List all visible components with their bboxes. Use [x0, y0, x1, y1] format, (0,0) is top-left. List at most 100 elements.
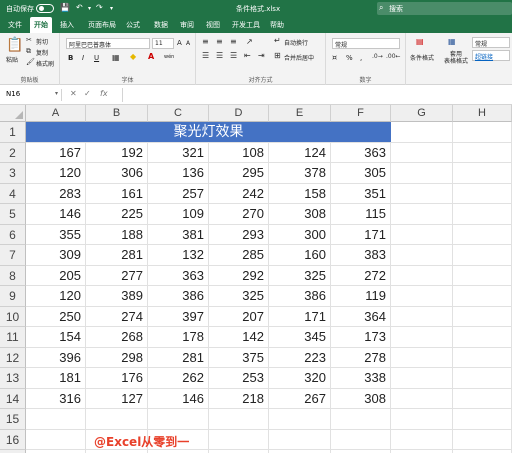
- save-icon[interactable]: 💾: [60, 3, 70, 12]
- tab-view[interactable]: 视图: [206, 20, 220, 30]
- cell[interactable]: 345: [269, 327, 331, 348]
- formula-input[interactable]: [122, 88, 510, 102]
- italic-button[interactable]: I: [82, 54, 84, 62]
- cell[interactable]: 154: [26, 327, 86, 348]
- row-header[interactable]: 14: [0, 388, 26, 409]
- tab-home[interactable]: 开始: [30, 17, 52, 33]
- cell[interactable]: 364: [331, 306, 391, 327]
- column-header[interactable]: A: [26, 105, 86, 122]
- currency-icon[interactable]: ¤: [332, 53, 337, 62]
- cell[interactable]: [391, 204, 453, 225]
- cell[interactable]: 272: [331, 265, 391, 286]
- cell[interactable]: 120: [26, 286, 86, 307]
- cell[interactable]: 132: [148, 245, 209, 266]
- column-header[interactable]: H: [453, 105, 512, 122]
- paste-button[interactable]: 粘贴: [6, 55, 18, 64]
- copy-button[interactable]: 复制: [36, 48, 48, 57]
- cell[interactable]: 205: [26, 265, 86, 286]
- row-header[interactable]: 15: [0, 409, 26, 430]
- comma-button[interactable]: ,: [360, 54, 362, 62]
- cell[interactable]: [391, 429, 453, 450]
- cell[interactable]: 278: [331, 347, 391, 368]
- cell[interactable]: 386: [269, 286, 331, 307]
- cell[interactable]: [209, 429, 269, 450]
- cell[interactable]: 176: [86, 368, 148, 389]
- cell[interactable]: [453, 306, 512, 327]
- cell[interactable]: 119: [331, 286, 391, 307]
- decrease-indent-icon[interactable]: ⇤: [244, 51, 251, 60]
- increase-indent-icon[interactable]: ⇥: [258, 51, 265, 60]
- cell[interactable]: 305: [331, 163, 391, 184]
- tab-file[interactable]: 文件: [8, 20, 22, 30]
- align-middle-icon[interactable]: ≡: [216, 37, 223, 46]
- cell[interactable]: 381: [148, 224, 209, 245]
- cell[interactable]: [26, 409, 86, 430]
- cell[interactable]: [453, 265, 512, 286]
- cell[interactable]: [391, 183, 453, 204]
- cell[interactable]: [453, 224, 512, 245]
- cell[interactable]: [269, 409, 331, 430]
- name-box[interactable]: N16 ▾: [4, 89, 62, 101]
- cell[interactable]: 383: [331, 245, 391, 266]
- orientation-icon[interactable]: ↗: [246, 37, 253, 46]
- cell[interactable]: 298: [86, 347, 148, 368]
- cell[interactable]: 325: [209, 286, 269, 307]
- cell[interactable]: 363: [148, 265, 209, 286]
- cell[interactable]: 281: [86, 245, 148, 266]
- cell[interactable]: 375: [209, 347, 269, 368]
- column-header[interactable]: C: [148, 105, 209, 122]
- cell[interactable]: [453, 368, 512, 389]
- font-shrink-button[interactable]: A: [186, 40, 190, 47]
- cell[interactable]: 223: [269, 347, 331, 368]
- cell[interactable]: 124: [269, 142, 331, 163]
- cell[interactable]: 109: [148, 204, 209, 225]
- cell[interactable]: 207: [209, 306, 269, 327]
- cell[interactable]: 270: [209, 204, 269, 225]
- row-header[interactable]: 3: [0, 163, 26, 184]
- tab-developer[interactable]: 开发工具: [232, 20, 260, 30]
- row-header[interactable]: 8: [0, 265, 26, 286]
- cell[interactable]: [269, 429, 331, 450]
- cell[interactable]: 218: [209, 388, 269, 409]
- row-header[interactable]: 13: [0, 368, 26, 389]
- cell[interactable]: [331, 429, 391, 450]
- cell[interactable]: 306: [86, 163, 148, 184]
- cell[interactable]: 146: [26, 204, 86, 225]
- cell[interactable]: 181: [26, 368, 86, 389]
- cell[interactable]: [453, 347, 512, 368]
- cell[interactable]: [453, 327, 512, 348]
- cell[interactable]: [391, 224, 453, 245]
- borders-icon[interactable]: ▦: [112, 53, 120, 62]
- cell[interactable]: 108: [209, 142, 269, 163]
- cell[interactable]: 120: [26, 163, 86, 184]
- format-painter-button[interactable]: 格式刷: [36, 59, 54, 68]
- cell[interactable]: 295: [209, 163, 269, 184]
- cell[interactable]: [86, 409, 148, 430]
- cell[interactable]: [26, 429, 86, 450]
- cell[interactable]: [391, 142, 453, 163]
- tab-data[interactable]: 数据: [154, 20, 168, 30]
- cell[interactable]: 320: [269, 368, 331, 389]
- cell[interactable]: 127: [86, 388, 148, 409]
- cell[interactable]: [391, 163, 453, 184]
- cell[interactable]: [391, 122, 453, 143]
- cell[interactable]: [148, 409, 209, 430]
- cell[interactable]: 386: [148, 286, 209, 307]
- row-header[interactable]: 1: [0, 122, 26, 143]
- row-header[interactable]: 6: [0, 224, 26, 245]
- row-header[interactable]: 10: [0, 306, 26, 327]
- cell[interactable]: 167: [26, 142, 86, 163]
- cell[interactable]: [453, 204, 512, 225]
- cell[interactable]: 268: [86, 327, 148, 348]
- percent-button[interactable]: %: [346, 54, 353, 62]
- cell[interactable]: 267: [269, 388, 331, 409]
- cut-button[interactable]: 剪切: [36, 37, 48, 46]
- row-header[interactable]: 16: [0, 429, 26, 450]
- cell[interactable]: [391, 286, 453, 307]
- tab-page-layout[interactable]: 页面布局: [88, 20, 116, 30]
- row-header[interactable]: 9: [0, 286, 26, 307]
- row-header[interactable]: 4: [0, 183, 26, 204]
- cell[interactable]: 188: [86, 224, 148, 245]
- cell[interactable]: 292: [209, 265, 269, 286]
- cell[interactable]: 171: [269, 306, 331, 327]
